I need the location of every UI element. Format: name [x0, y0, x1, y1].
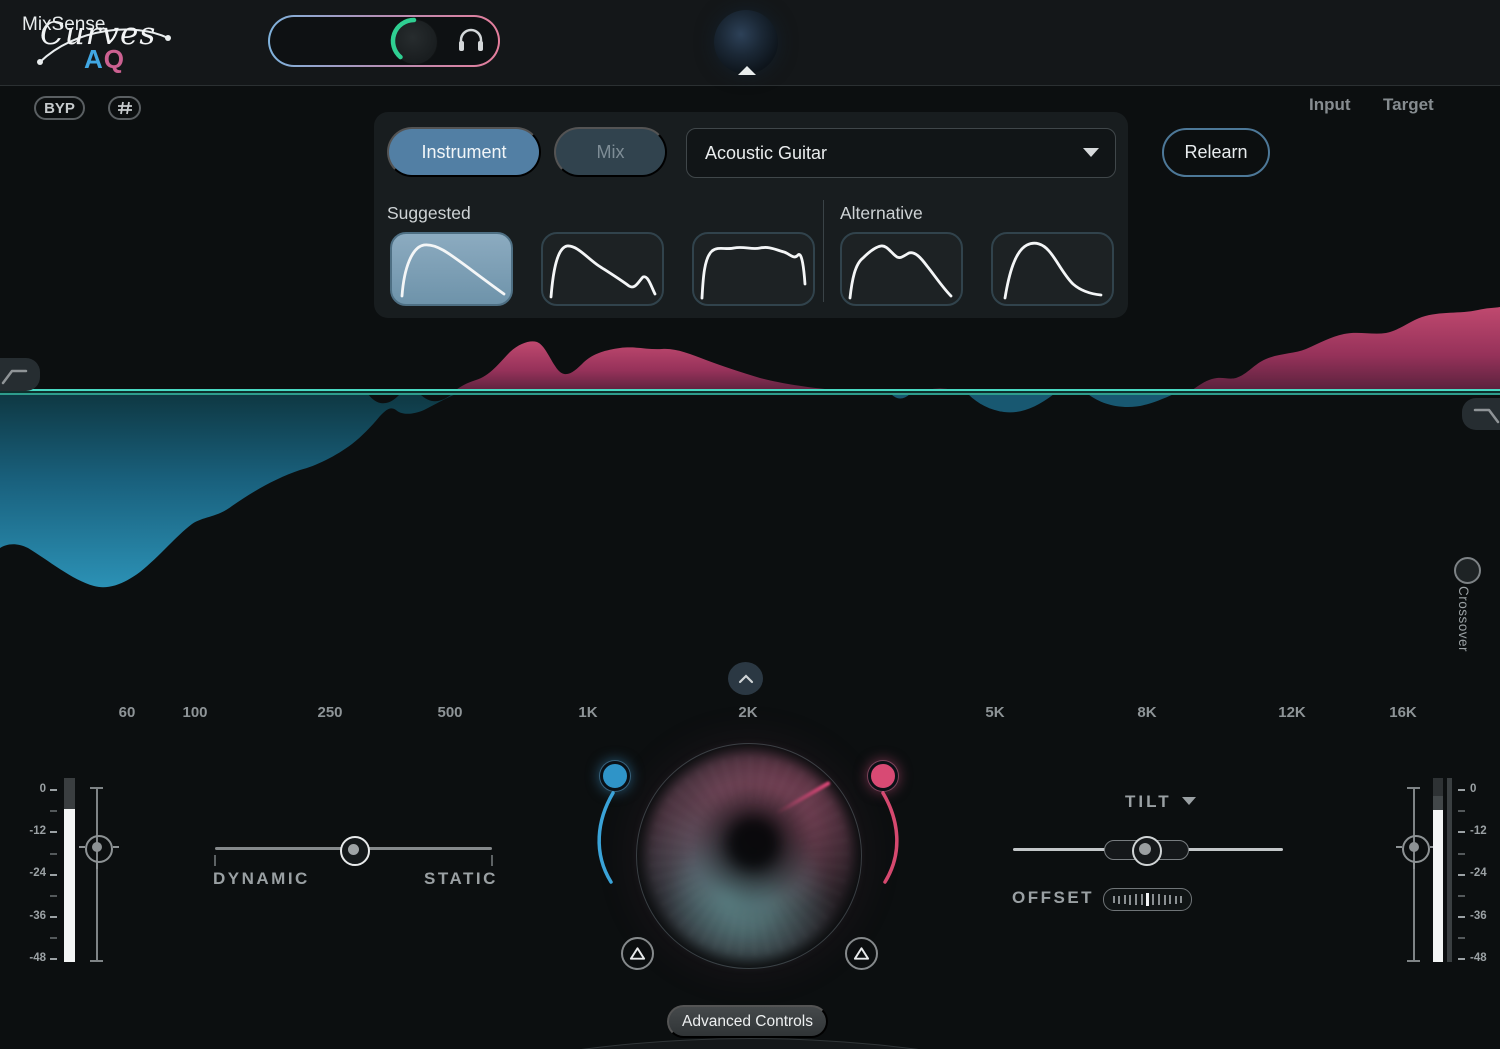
- grid-icon: [117, 101, 133, 115]
- tilt-track-right[interactable]: [1186, 848, 1283, 851]
- alternative-label: Alternative: [840, 203, 923, 224]
- pink-arc-handle[interactable]: [868, 761, 898, 791]
- collapse-up-button[interactable]: [728, 662, 763, 695]
- group-divider: [823, 200, 825, 302]
- freq-label-16k: 16K: [1389, 704, 1417, 721]
- curve-thumbnail-suggested-2[interactable]: [541, 232, 664, 306]
- input-gain-track[interactable]: [96, 789, 98, 961]
- reset-right-button[interactable]: [845, 937, 878, 970]
- blue-arc-handle[interactable]: [600, 761, 630, 791]
- offset-wheel[interactable]: [1103, 888, 1192, 911]
- meter-mode-target[interactable]: Target: [1383, 95, 1434, 115]
- freq-label-8k: 8K: [1137, 704, 1156, 721]
- lowpass-filter-button[interactable]: [1462, 398, 1500, 430]
- freq-label-100: 100: [182, 704, 207, 721]
- preset-select[interactable]: Acoustic Guitar: [686, 128, 1116, 178]
- lowpass-filter-icon: [1470, 403, 1500, 425]
- freq-label-1k: 1K: [578, 704, 597, 721]
- logo-aq: AQ: [84, 44, 125, 75]
- output-gain-slider[interactable]: [1402, 835, 1430, 863]
- preset-value: Acoustic Guitar: [705, 143, 827, 164]
- curve-thumbnail-suggested-1[interactable]: [390, 232, 513, 306]
- triangle-icon: [629, 946, 646, 961]
- caret-down-icon: [1083, 148, 1099, 157]
- input-level-meter: [64, 778, 75, 962]
- input-gain-slider[interactable]: [85, 835, 113, 863]
- spectrum-pink-ridge: [1186, 307, 1500, 394]
- freq-label-250: 250: [317, 704, 342, 721]
- mixsense-label: MixSense: [22, 14, 105, 36]
- tab-instrument[interactable]: Instrument: [387, 127, 541, 177]
- tilt-track-left[interactable]: [1013, 848, 1106, 851]
- mixsense-knob-arc: [388, 15, 440, 67]
- relearn-button[interactable]: Relearn: [1162, 128, 1270, 177]
- curve-thumbnail-alternative-2[interactable]: [991, 232, 1114, 306]
- curve-thumbnail-alternative-1[interactable]: [840, 232, 963, 306]
- freq-label-2k: 2K: [738, 704, 757, 721]
- highpass-filter-button[interactable]: [0, 358, 40, 391]
- plugin-window: Crossover Curves AQ MixSense BYP Input T…: [0, 0, 1500, 1049]
- crossover-label: Crossover: [1456, 586, 1471, 652]
- static-label: STATIC: [424, 869, 498, 889]
- headphones-icon[interactable]: [456, 26, 486, 54]
- tab-mix[interactable]: Mix: [554, 127, 667, 177]
- freq-label-60: 60: [119, 704, 136, 721]
- reset-left-button[interactable]: [621, 937, 654, 970]
- output-level-meter: [1433, 778, 1443, 962]
- output-gain-track[interactable]: [1413, 789, 1415, 961]
- spectrum-pink-area: [450, 341, 888, 394]
- spectrum-blue-area: [0, 394, 456, 587]
- grid-options-button[interactable]: [108, 96, 141, 120]
- mixsense-orb-button[interactable]: [714, 10, 778, 74]
- highpass-filter-icon: [0, 364, 31, 386]
- freq-label-12k: 12K: [1278, 704, 1306, 721]
- meter-mode-input[interactable]: Input: [1309, 95, 1351, 115]
- freq-label-500: 500: [437, 704, 462, 721]
- crossover-knob[interactable]: [1454, 557, 1481, 584]
- offset-label: OFFSET: [1012, 888, 1094, 908]
- tilt-slider[interactable]: [1132, 836, 1162, 866]
- curve-thumbnail-suggested-3[interactable]: [692, 232, 815, 306]
- suggested-label: Suggested: [387, 203, 471, 224]
- dynamic-label: DYNAMIC: [213, 869, 310, 889]
- advanced-controls-button[interactable]: Advanced Controls: [667, 1005, 828, 1038]
- tilt-label: TILT: [1125, 792, 1172, 812]
- target-curve-line[interactable]: [0, 389, 1500, 395]
- dynamic-static-slider[interactable]: [340, 836, 370, 866]
- chevron-up-icon[interactable]: [738, 66, 756, 75]
- triangle-icon: [853, 946, 870, 961]
- bypass-button[interactable]: BYP: [34, 96, 85, 120]
- bottom-vignette: [0, 1038, 1500, 1049]
- freq-label-5k: 5K: [985, 704, 1004, 721]
- tilt-dropdown-caret[interactable]: [1182, 797, 1196, 805]
- output-level-meter-secondary: [1447, 778, 1452, 962]
